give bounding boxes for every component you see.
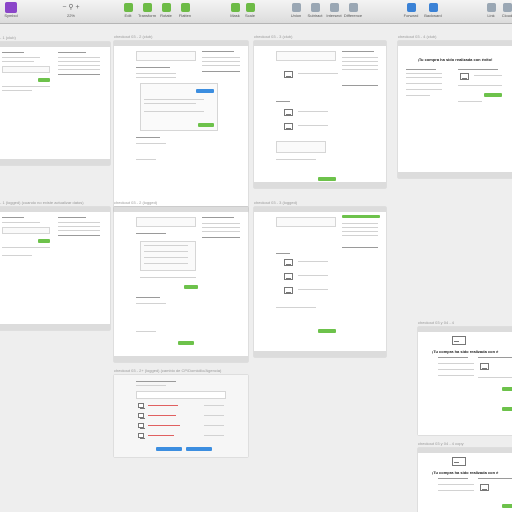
artboard-frame: [114, 207, 248, 362]
artboard-title: checkout 03 - 2 (club): [114, 34, 153, 39]
backward-button[interactable]: Backward: [422, 1, 444, 18]
flatten-icon: [180, 3, 190, 12]
artboard-title: checkout 03 - 2+ (logged) (cambio de CP/…: [114, 368, 222, 373]
rotate-icon: [161, 3, 171, 12]
artboard-frame: ¡Tu compra ha sido realizada con é: [418, 448, 512, 512]
difference-button[interactable]: Difference: [342, 1, 364, 18]
artboard-frame: ¡Tu compra ha sido realizada con é: [418, 327, 512, 435]
artboard-checkout-1-club[interactable]: - 1 (club): [0, 35, 110, 165]
success-headline: ¡Tu compra ha sido realizada con éxito!: [417, 57, 493, 62]
artboard-checkout-1-logged[interactable]: - 1 (logged) (cuando no existe actualiza…: [0, 200, 110, 330]
scale-icon: [245, 3, 255, 12]
artboard-title: checkout 03 - 2 (logged): [114, 200, 158, 205]
artboard-frame: [114, 41, 248, 212]
artboard-frame: [254, 41, 386, 188]
union-icon: [291, 3, 301, 12]
cloud-label: Cloud: [501, 13, 512, 18]
artboard-title: checkout 03 - 3 (logged): [254, 200, 298, 205]
artboard-checkout-03-04-4[interactable]: checkout 03 y 04 - 4 ¡Tu compra ha sido …: [418, 320, 512, 435]
artboard-frame: ¡Tu compra ha sido realizada con éxito!: [398, 41, 512, 178]
artboard-frame: [254, 207, 386, 357]
flatten-label: Flatten: [178, 13, 192, 18]
cloud-icon: [502, 3, 512, 12]
artboard-checkout-03-2-club[interactable]: checkout 03 - 2 (club): [114, 34, 248, 212]
symbol-label: Symbol: [4, 13, 18, 18]
artboard-checkout-03-2-plus-logged[interactable]: checkout 03 - 2+ (logged) (cambio de CP/…: [114, 368, 248, 457]
forward-label: Forward: [403, 13, 419, 18]
intersect-icon: [329, 3, 339, 12]
artboard-frame: [0, 207, 110, 330]
symbol-button[interactable]: Symbol: [0, 1, 22, 18]
artboard-checkout-03-4-club[interactable]: checkout 03 - 4 (club) ¡Tu compra ha sid…: [398, 34, 512, 178]
toolbar: Symbol − ⚲ + 22% Edit Transform Rotate Flat…: [0, 0, 512, 24]
cloud-button[interactable]: Cloud: [496, 1, 512, 18]
artboard-title: - 1 (logged) (cuando no existe actualiza…: [0, 200, 84, 205]
artboard-title: checkout 03 - 3 (club): [254, 34, 293, 39]
edit-icon: [123, 3, 133, 12]
artboard-title: checkout 03 y 04 - 4 copy: [418, 441, 464, 446]
forward-icon: [406, 3, 416, 12]
forward-button[interactable]: Forward: [400, 1, 422, 18]
symbol-icon: [5, 2, 17, 13]
artboard-checkout-03-2-logged[interactable]: checkout 03 - 2 (logged): [114, 200, 248, 362]
subtract-icon: [310, 3, 320, 12]
difference-label: Difference: [343, 13, 363, 18]
artboard-checkout-03-04-4-copy[interactable]: checkout 03 y 04 - 4 copy ¡Tu compra ha …: [418, 441, 512, 512]
backward-label: Backward: [424, 13, 442, 18]
flatten-button[interactable]: Flatten: [174, 1, 196, 18]
scale-button[interactable]: Scale: [239, 1, 261, 18]
zoom-control[interactable]: − ⚲ + 22%: [56, 1, 86, 18]
canvas[interactable]: - 1 (club) checkout 03 - 2 (club) checko…: [0, 25, 512, 512]
artboard-frame: [114, 375, 248, 457]
zoom-icon: − ⚲ +: [62, 4, 80, 11]
success-headline: ¡Tu compra ha sido realizada con é: [432, 470, 499, 475]
success-headline: ¡Tu compra ha sido realizada con é: [432, 349, 499, 354]
backward-icon: [428, 3, 438, 12]
transform-icon: [142, 3, 152, 12]
zoom-value: 22%: [66, 13, 75, 18]
scale-label: Scale: [244, 13, 255, 18]
link-icon: [486, 3, 496, 12]
artboard-title: - 1 (club): [0, 35, 16, 40]
artboard-checkout-03-3-club[interactable]: checkout 03 - 3 (club): [254, 34, 386, 188]
artboard-title: checkout 03 y 04 - 4: [418, 320, 455, 325]
artboard-checkout-03-3-logged[interactable]: checkout 03 - 3 (logged): [254, 200, 386, 357]
difference-icon: [348, 3, 358, 12]
artboard-title: checkout 03 - 4 (club): [398, 34, 437, 39]
artboard-frame: [0, 42, 110, 165]
